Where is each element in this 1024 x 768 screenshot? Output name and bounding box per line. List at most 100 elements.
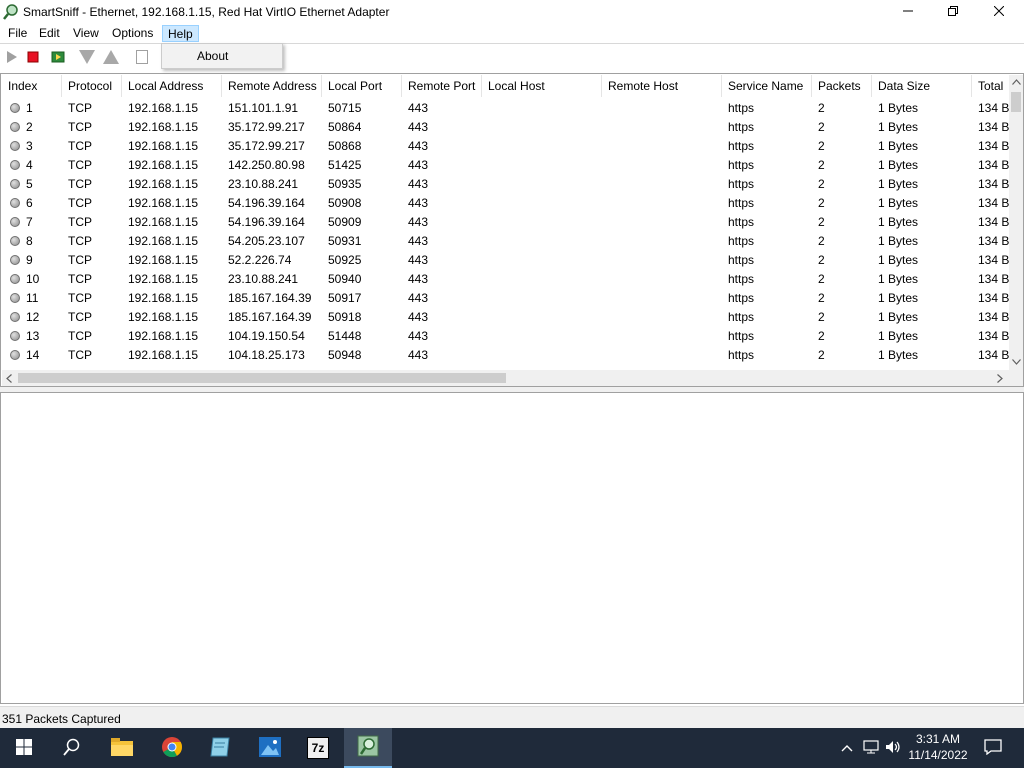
cell-remote-address: 104.19.150.54 — [228, 329, 305, 343]
properties-button[interactable] — [133, 49, 151, 67]
cell-data-size: 1 Bytes — [878, 215, 919, 229]
column-header-protocol[interactable]: Protocol — [62, 75, 122, 97]
down-triangle-icon — [79, 49, 95, 67]
cell-total: 134 B — [978, 215, 1010, 229]
file-explorer-icon — [111, 737, 133, 759]
minimize-icon — [903, 5, 913, 19]
network-tray-button[interactable] — [862, 739, 880, 757]
7zip-icon: 7z — [307, 737, 329, 759]
cell-packets: 2 — [818, 253, 825, 267]
cell-packets: 2 — [818, 139, 825, 153]
cell-local-address: 192.168.1.15 — [128, 101, 199, 115]
cell-protocol: TCP — [68, 139, 92, 153]
help-dropdown-menu: About — [161, 43, 283, 69]
photos-icon — [259, 736, 281, 760]
column-header-local-address[interactable]: Local Address — [122, 75, 222, 97]
volume-tray-button[interactable] — [884, 739, 902, 757]
row-status-icon — [10, 217, 20, 227]
packet-detail-pane[interactable] — [0, 392, 1024, 704]
cell-local-port: 50715 — [328, 101, 362, 115]
horizontal-scroll-thumb[interactable] — [18, 373, 506, 383]
row-status-icon — [10, 103, 20, 113]
column-header-total[interactable]: Total — [972, 75, 1010, 97]
7zip-label: 7z — [311, 741, 325, 755]
cell-index: 10 — [26, 272, 40, 286]
notification-icon — [984, 738, 1002, 758]
start-button[interactable] — [0, 728, 48, 768]
menu-help[interactable]: Help — [162, 25, 199, 42]
taskbar-clock[interactable]: 3:31 AM 11/14/2022 — [906, 731, 970, 763]
column-header-remote-host[interactable]: Remote Host — [602, 75, 722, 97]
table-row[interactable]: 10 TCP 192.168.1.15 23.10.88.241 50940 443 htt… — [2, 269, 1010, 288]
minimize-button[interactable] — [885, 0, 931, 24]
refresh-button[interactable] — [49, 49, 67, 67]
cell-protocol: TCP — [68, 177, 92, 191]
start-capture-button[interactable] — [3, 49, 21, 67]
vertical-scroll-thumb[interactable] — [1011, 92, 1021, 112]
menu-options[interactable]: Options — [107, 25, 158, 42]
taskbar-smartsniff[interactable] — [344, 728, 392, 768]
table-row[interactable]: 14 TCP 192.168.1.15 104.18.25.173 50948 443 ht… — [2, 345, 1010, 364]
action-center-button[interactable] — [984, 738, 1002, 758]
table-row[interactable]: 7 TCP 192.168.1.15 54.196.39.164 50909 443 htt… — [2, 212, 1010, 231]
scroll-up-arrow[interactable] — [1009, 75, 1023, 89]
column-header-local-host[interactable]: Local Host — [482, 75, 602, 97]
cell-data-size: 1 Bytes — [878, 272, 919, 286]
table-row[interactable]: 5 TCP 192.168.1.15 23.10.88.241 50935 443 http… — [2, 174, 1010, 193]
scroll-left-arrow[interactable] — [2, 370, 16, 386]
cell-packets: 2 — [818, 158, 825, 172]
column-header-service-name[interactable]: Service Name — [722, 75, 812, 97]
cell-index: 2 — [26, 120, 33, 134]
cell-remote-port: 443 — [408, 196, 429, 210]
column-header-remote-port[interactable]: Remote Port — [402, 75, 482, 97]
scroll-right-arrow[interactable] — [993, 370, 1007, 386]
close-button[interactable] — [976, 0, 1022, 24]
table-row[interactable]: 4 TCP 192.168.1.15 142.250.80.98 51425 443 htt… — [2, 155, 1010, 174]
table-row[interactable]: 9 TCP 192.168.1.15 52.2.226.74 50925 443 https… — [2, 250, 1010, 269]
table-row[interactable]: 6 TCP 192.168.1.15 54.196.39.164 50908 443 htt… — [2, 193, 1010, 212]
smartsniff-icon — [357, 735, 379, 760]
list-header: Index Protocol Local Address Remote Addr… — [2, 75, 1010, 97]
cell-service-name: https — [728, 348, 755, 362]
scroll-down-arrow[interactable] — [1009, 355, 1023, 369]
taskbar-file-explorer[interactable] — [98, 728, 146, 768]
taskbar-photos[interactable] — [246, 728, 294, 768]
restore-button[interactable] — [930, 0, 976, 24]
vertical-scrollbar[interactable] — [1009, 75, 1023, 370]
previous-button[interactable] — [102, 49, 120, 67]
show-hidden-icons-button[interactable] — [838, 739, 856, 757]
table-row[interactable]: 3 TCP 192.168.1.15 35.172.99.217 50868 443 htt… — [2, 136, 1010, 155]
cell-protocol: TCP — [68, 196, 92, 210]
cell-index: 3 — [26, 139, 33, 153]
cell-index: 5 — [26, 177, 33, 191]
column-header-data-size[interactable]: Data Size — [872, 75, 972, 97]
cell-local-port: 50935 — [328, 177, 362, 191]
search-button[interactable] — [48, 728, 96, 768]
table-row[interactable]: 12 TCP 192.168.1.15 185.167.164.39 50918 443 h… — [2, 307, 1010, 326]
menu-edit[interactable]: Edit — [34, 25, 65, 42]
page-icon — [136, 49, 148, 67]
column-header-index[interactable]: Index — [2, 75, 62, 97]
column-header-local-port[interactable]: Local Port — [322, 75, 402, 97]
column-header-remote-address[interactable]: Remote Address — [222, 75, 322, 97]
cell-remote-port: 443 — [408, 120, 429, 134]
taskbar-7zip[interactable]: 7z — [294, 728, 342, 768]
taskbar-chrome[interactable] — [148, 728, 196, 768]
column-header-packets[interactable]: Packets — [812, 75, 872, 97]
horizontal-scrollbar[interactable] — [2, 370, 1009, 386]
stop-capture-button[interactable] — [24, 49, 42, 67]
table-row[interactable]: 1 TCP 192.168.1.15 151.101.1.91 50715 443 http… — [2, 98, 1010, 117]
cell-total: 134 B — [978, 139, 1010, 153]
table-row[interactable]: 13 TCP 192.168.1.15 104.19.150.54 51448 443 ht… — [2, 326, 1010, 345]
table-row[interactable]: 11 TCP 192.168.1.15 185.167.164.39 50917 443 h… — [2, 288, 1010, 307]
cell-remote-port: 443 — [408, 101, 429, 115]
cell-service-name: https — [728, 253, 755, 267]
cell-local-port: 50931 — [328, 234, 362, 248]
menu-item-about[interactable]: About — [163, 45, 281, 67]
table-row[interactable]: 2 TCP 192.168.1.15 35.172.99.217 50864 443 htt… — [2, 117, 1010, 136]
menu-view[interactable]: View — [68, 25, 104, 42]
taskbar-notepad[interactable] — [196, 728, 244, 768]
next-button[interactable] — [78, 49, 96, 67]
table-row[interactable]: 8 TCP 192.168.1.15 54.205.23.107 50931 443 htt… — [2, 231, 1010, 250]
menu-file[interactable]: File — [3, 25, 32, 42]
